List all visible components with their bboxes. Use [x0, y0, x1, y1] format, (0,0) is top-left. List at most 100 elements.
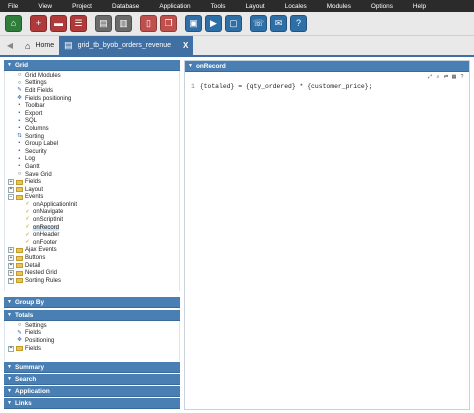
- tree-node[interactable]: + Fields: [5, 345, 179, 353]
- fullscreen-icon[interactable]: ⤢: [427, 74, 433, 80]
- section-header-application[interactable]: ▼ Application: [4, 386, 180, 397]
- expand-icon[interactable]: +: [8, 345, 14, 352]
- tree-node[interactable]: ✓ onFooter: [5, 239, 179, 247]
- section-header-search[interactable]: ▼ Search: [4, 374, 180, 385]
- tree-node[interactable]: + Sorting Rules: [5, 277, 179, 285]
- menu-item-tools[interactable]: Tools: [211, 3, 226, 10]
- menu-item-options[interactable]: Options: [371, 3, 393, 10]
- tree-node-label: Detail: [25, 262, 41, 269]
- node-icon: ○: [17, 170, 22, 177]
- window-icon[interactable]: ▢: [225, 15, 242, 32]
- tree-node[interactable]: + Fields: [5, 178, 179, 186]
- menu-item-file[interactable]: File: [8, 3, 18, 10]
- tree-node[interactable]: ✓ onHeader: [5, 231, 179, 239]
- tab-active-label: grid_tb_byob_orders_revenue: [77, 42, 172, 49]
- copy-icon[interactable]: ❐: [160, 15, 177, 32]
- collapse-icon[interactable]: −: [8, 194, 14, 201]
- menu-item-database[interactable]: Database: [112, 3, 139, 10]
- form-app-icon[interactable]: ▥: [115, 15, 132, 32]
- chat-icon[interactable]: ✉: [270, 15, 287, 32]
- expand-icon[interactable]: +: [8, 186, 14, 193]
- tree-node-label: Columns: [25, 125, 49, 132]
- menu-item-application[interactable]: Application: [159, 3, 190, 10]
- node-icon: ▪: [18, 155, 21, 162]
- document-icon[interactable]: ▯: [140, 15, 157, 32]
- tree-node[interactable]: ▪ Columns: [5, 125, 179, 133]
- node-icon: ▪: [18, 163, 21, 170]
- tree-node[interactable]: ▪ Export: [5, 110, 179, 118]
- tree-node[interactable]: ✎ Fields: [5, 330, 179, 338]
- add-icon[interactable]: +: [30, 15, 47, 32]
- tree-node[interactable]: ▪ Security: [5, 148, 179, 156]
- tree-node[interactable]: ○ Grid Modules: [5, 72, 179, 80]
- open-project-icon[interactable]: ▬: [50, 15, 67, 32]
- section-header-summary[interactable]: ▼ Summary: [4, 362, 180, 373]
- tree-node[interactable]: ✓ onRecord: [5, 224, 179, 232]
- tree-node[interactable]: ✓ onNavigate: [5, 209, 179, 217]
- grid-tree: ○ Grid Modules ○ Settings ✎ Edit Fields ✥ Field…: [4, 71, 180, 291]
- help-icon[interactable]: ?: [459, 74, 465, 80]
- node-icon: ✓: [25, 216, 30, 223]
- tree-node-label: Export: [25, 110, 43, 117]
- node-icon: ⇅: [17, 132, 22, 139]
- tree-node[interactable]: ▪ Group Label: [5, 140, 179, 148]
- tree-node[interactable]: ✓ onApplicationInit: [5, 201, 179, 209]
- replace-icon[interactable]: ⇄: [443, 74, 449, 80]
- tree-node[interactable]: + Ajax Events: [5, 247, 179, 255]
- menu-item-layout[interactable]: Layout: [246, 3, 265, 10]
- node-icon: ○: [17, 322, 22, 329]
- expand-icon[interactable]: +: [8, 262, 14, 269]
- list-icon[interactable]: ☰: [70, 15, 87, 32]
- tree-node-label: Sorting Rules: [25, 277, 62, 284]
- tree-node[interactable]: ✥ Fields positioning: [5, 95, 179, 103]
- run-icon[interactable]: ▶: [205, 15, 222, 32]
- phone-icon[interactable]: ☏: [250, 15, 267, 32]
- tree-node[interactable]: + Layout: [5, 186, 179, 194]
- tree-node[interactable]: ▪ Gantt: [5, 163, 179, 171]
- grid-app-icon[interactable]: ▤: [95, 15, 112, 32]
- search-icon[interactable]: ⌕: [435, 74, 441, 80]
- code-line[interactable]: {totaled} = {qty_ordered} * {customer_pr…: [200, 83, 373, 90]
- tree-node[interactable]: ✥ Positioning: [5, 337, 179, 345]
- groupby-section-header[interactable]: ▼ Group By: [4, 297, 180, 308]
- code-area[interactable]: 1 {totaled} = {qty_ordered} * {customer_…: [185, 83, 469, 90]
- tree-node[interactable]: ⇅ Sorting: [5, 133, 179, 141]
- tree-node[interactable]: + Nested Grid: [5, 269, 179, 277]
- menu-item-help[interactable]: Help: [413, 3, 426, 10]
- help-icon[interactable]: ?: [290, 15, 307, 32]
- grid-section-header[interactable]: ▼ Grid: [4, 60, 180, 71]
- tree-node-label: onApplicationInit: [33, 201, 78, 208]
- expand-icon[interactable]: +: [8, 179, 14, 186]
- tab-scroll-left-icon[interactable]: ◀: [0, 35, 20, 55]
- tree-node[interactable]: + Detail: [5, 262, 179, 270]
- tree-node[interactable]: − Events: [5, 194, 179, 202]
- tree-node[interactable]: + Buttons: [5, 254, 179, 262]
- expand-icon[interactable]: +: [8, 247, 14, 254]
- tree-node[interactable]: ○ Settings: [5, 80, 179, 88]
- expand-icon[interactable]: +: [8, 255, 14, 262]
- section-header-links[interactable]: ▼ Links: [4, 398, 180, 409]
- tree-node[interactable]: ✓ onScriptInit: [5, 216, 179, 224]
- totals-section-header[interactable]: ▼ Totals: [4, 310, 180, 321]
- tree-node[interactable]: ▪ Toolbar: [5, 102, 179, 110]
- section-title: Summary: [14, 363, 45, 371]
- tree-node-label: Security: [25, 148, 47, 155]
- tree-node[interactable]: ✎ Edit Fields: [5, 87, 179, 95]
- menu-item-locales[interactable]: Locales: [285, 3, 307, 10]
- node-icon: ✓: [25, 239, 30, 246]
- home-icon[interactable]: ⌂: [5, 15, 22, 32]
- tree-node[interactable]: ○ Settings: [5, 322, 179, 330]
- expand-icon[interactable]: +: [8, 277, 14, 284]
- menu-item-view[interactable]: View: [38, 3, 52, 10]
- tab-grid-orders-revenue[interactable]: ▤ grid_tb_byob_orders_revenue X: [59, 36, 194, 55]
- format-icon[interactable]: ▦: [451, 74, 457, 80]
- tree-node[interactable]: ▪ SQL: [5, 118, 179, 126]
- expand-icon[interactable]: +: [8, 270, 14, 277]
- menu-item-project[interactable]: Project: [72, 3, 92, 10]
- menu-item-modules[interactable]: Modules: [327, 3, 351, 10]
- save-icon[interactable]: ▣: [185, 15, 202, 32]
- tree-node[interactable]: ○ Save Grid: [5, 171, 179, 179]
- tree-node[interactable]: ▪ Log: [5, 156, 179, 164]
- close-tab-button[interactable]: X: [183, 41, 188, 50]
- tab-home[interactable]: ⌂ Home: [20, 36, 60, 55]
